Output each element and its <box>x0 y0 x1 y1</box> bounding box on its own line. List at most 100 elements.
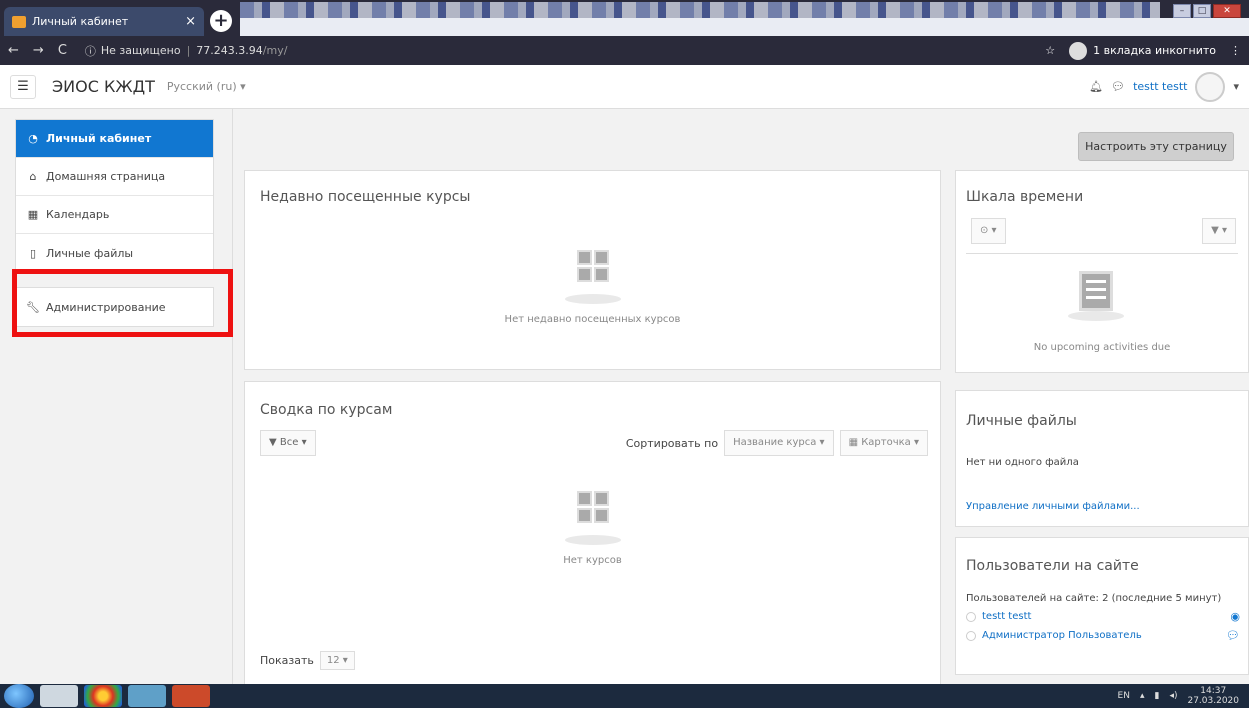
sort-controls: Сортировать по Название курса ▾ ▦ Карточ… <box>626 430 928 456</box>
url-field[interactable]: ⓘ Не защищено | 77.243.3.94 /my/ <box>85 43 288 59</box>
address-bar: ← → C ⓘ Не защищено | 77.243.3.94 /my/ ☆… <box>0 36 1249 65</box>
red-highlight-box <box>12 269 233 337</box>
filter-dropdown[interactable]: ▼ Все ▾ <box>260 430 316 456</box>
info-icon[interactable]: ⓘ <box>85 43 96 59</box>
empty-message: Нет курсов <box>563 555 622 566</box>
top-navbar: ☰ ЭИОС КЖДТ Русский (ru) ▾ 🔔︎ 💬︎ testt t… <box>0 65 1249 109</box>
user-avatar-icon <box>966 630 976 641</box>
url-host: 77.243.3.94 <box>196 44 263 57</box>
reload-icon[interactable]: C <box>58 43 67 58</box>
app-taskbar-icon[interactable] <box>128 685 166 707</box>
sidebar-item-label: Домашняя страница <box>46 170 166 183</box>
chrome-taskbar-icon[interactable] <box>84 685 122 707</box>
user-area: 🔔︎ 💬︎ testt testt ▾ <box>1089 71 1239 102</box>
bell-icon[interactable]: 🔔︎ <box>1089 80 1103 93</box>
volume-icon[interactable]: ◂) <box>1169 691 1177 701</box>
paging-control: Показать 12 ▾ <box>260 651 355 670</box>
avatar[interactable] <box>1195 71 1226 102</box>
block-title: Пользователи на сайте <box>966 558 1139 574</box>
nav-group-main: ◔ Личный кабинет ⌂ Домашняя страница ▦ К… <box>15 119 214 273</box>
start-button[interactable] <box>4 684 34 708</box>
system-tray: EN ▴ ▮ ◂) 14:37 27.03.2020 <box>1118 686 1249 706</box>
sidebar-item-label: Календарь <box>46 208 110 221</box>
customize-page-button[interactable]: Настроить эту страницу <box>1078 132 1234 161</box>
eye-icon[interactable]: ◉ <box>1230 610 1240 623</box>
browser-titlebar: Личный кабинет × + – □ ✕ <box>0 0 1249 36</box>
favicon-icon <box>12 15 26 28</box>
address-bar-actions: ☆ 1 вкладка инкогнито ⋮ <box>1045 41 1241 60</box>
home-icon: ⌂ <box>29 170 37 183</box>
titlebar-background <box>240 18 1249 36</box>
tab-title: Личный кабинет <box>32 15 129 28</box>
timeline-day-filter[interactable]: ⊙ ▾ <box>971 218 1006 244</box>
sidebar-item-label: Личные файлы <box>46 246 134 260</box>
background-strip <box>240 2 1160 18</box>
tab-close-icon[interactable]: × <box>185 14 196 29</box>
hamburger-menu-button[interactable]: ☰ <box>10 74 36 99</box>
online-user-name[interactable]: testt testt <box>982 611 1031 622</box>
online-stat: Пользователей на сайте: 2 (последние 5 м… <box>966 593 1222 604</box>
empty-message: No upcoming activities due <box>1033 342 1171 353</box>
courses-empty-icon <box>563 487 623 547</box>
page-size-dropdown[interactable]: 12 ▾ <box>319 651 355 670</box>
timeline-sort-filter[interactable]: ▼ ▾ <box>1202 218 1236 244</box>
user-menu-chevron-icon[interactable]: ▾ <box>1233 80 1239 93</box>
block-title: Личные файлы <box>966 413 1077 429</box>
keyboard-language[interactable]: EN <box>1118 691 1130 701</box>
online-user-name[interactable]: Администратор Пользователь <box>982 630 1142 641</box>
close-window-button[interactable]: ✕ <box>1213 4 1241 18</box>
window-controls: – □ ✕ <box>1173 4 1241 18</box>
manage-files-link[interactable]: Управление личными файлами... <box>966 501 1140 512</box>
sidebar-item-label: Личный кабинет <box>46 132 152 145</box>
sidebar-item-home[interactable]: ⌂ Домашняя страница <box>16 158 213 196</box>
file-icon: ▯ <box>29 246 37 260</box>
new-tab-button[interactable]: + <box>210 10 232 32</box>
block-title: Сводка по курсам <box>260 402 393 418</box>
show-label: Показать <box>260 654 314 667</box>
view-dropdown[interactable]: ▦ Карточка ▾ <box>839 430 928 456</box>
course-overview-block: Сводка по курсам ▼ Все ▾ Сортировать по … <box>244 381 941 691</box>
incognito-indicator[interactable]: 1 вкладка инкогнито <box>1069 41 1216 60</box>
star-icon[interactable]: ☆ <box>1045 44 1055 57</box>
network-icon[interactable]: ▮ <box>1154 691 1159 701</box>
incognito-label: 1 вкладка инкогнито <box>1093 44 1216 57</box>
sort-dropdown[interactable]: Название курса ▾ <box>724 430 834 456</box>
language-menu[interactable]: Русский (ru) ▾ <box>167 80 246 93</box>
user-avatar-icon <box>966 611 976 622</box>
online-user-item[interactable]: testt testt ◉ <box>966 610 1240 623</box>
grid-icon: ▦ <box>848 437 862 448</box>
forward-icon[interactable]: → <box>33 43 44 58</box>
timeline-block: Шкала времени ⊙ ▾ ▼ ▾ No upcoming activi… <box>955 170 1249 373</box>
sidebar-item-private-files[interactable]: ▯ Личные файлы <box>16 234 213 272</box>
online-users-block: Пользователи на сайте Пользователей на с… <box>955 537 1249 675</box>
online-user-item[interactable]: Администратор Пользователь 💬︎ <box>966 629 1240 642</box>
minimize-button[interactable]: – <box>1173 4 1191 18</box>
message-icon[interactable]: 💬︎ <box>1111 80 1125 93</box>
dashboard-icon: ◔ <box>28 132 38 145</box>
courses-empty-icon <box>563 246 623 306</box>
browser-tab[interactable]: Личный кабинет × <box>4 7 204 36</box>
sidebar-item-dashboard[interactable]: ◔ Личный кабинет <box>16 120 213 158</box>
clock[interactable]: 14:37 27.03.2020 <box>1187 686 1239 706</box>
sidebar-item-calendar[interactable]: ▦ Календарь <box>16 196 213 234</box>
os-taskbar: EN ▴ ▮ ◂) 14:37 27.03.2020 <box>0 684 1249 708</box>
maximize-button[interactable]: □ <box>1193 4 1211 18</box>
back-icon[interactable]: ← <box>8 43 19 58</box>
no-files-text: Нет ни одного файла <box>966 457 1079 468</box>
menu-icon[interactable]: ⋮ <box>1230 44 1241 57</box>
main-region: Настроить эту страницу Недавно посещенны… <box>233 109 1249 704</box>
calendar-icon: ▦ <box>27 208 39 221</box>
explorer-taskbar-icon[interactable] <box>40 685 78 707</box>
user-name[interactable]: testt testt <box>1133 80 1187 93</box>
block-title: Недавно посещенные курсы <box>260 189 471 205</box>
not-secure-label: Не защищено <box>100 44 181 57</box>
filter-icon: ▼ <box>269 437 280 448</box>
list-empty-icon <box>1079 271 1113 311</box>
tray-expand-icon[interactable]: ▴ <box>1140 691 1145 701</box>
recent-courses-block: Недавно посещенные курсы Нет недавно пос… <box>244 170 941 370</box>
message-icon[interactable]: 💬︎ <box>1226 629 1240 642</box>
powerpoint-taskbar-icon[interactable] <box>172 685 210 707</box>
empty-message: Нет недавно посещенных курсов <box>504 314 681 325</box>
site-brand[interactable]: ЭИОС КЖДТ <box>52 77 155 96</box>
sort-label: Сортировать по <box>625 436 719 450</box>
